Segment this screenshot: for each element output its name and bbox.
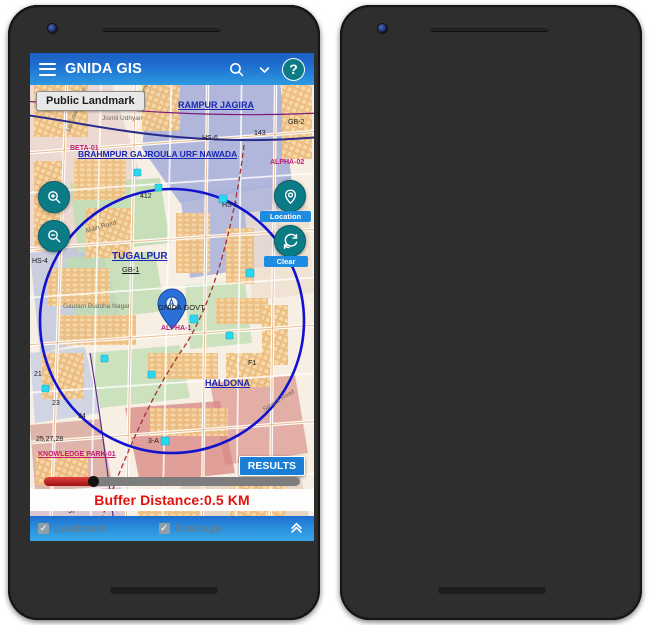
bottom-speaker-grille: [438, 587, 546, 594]
chevrons-up-icon[interactable]: [287, 520, 306, 538]
zoom-out-button[interactable]: [38, 220, 70, 252]
clear-button-label: Clear: [264, 256, 308, 267]
slider-fill: [44, 477, 93, 486]
location-button[interactable]: [274, 180, 306, 212]
bottom-speaker-grille: [110, 587, 218, 594]
layers-bottom-bar: ✓ Landmark ✓ Drainage: [30, 516, 314, 541]
help-button[interactable]: ?: [282, 57, 305, 81]
layer-toggle-drainage[interactable]: ✓ Drainage: [158, 522, 222, 535]
buffer-distance-label: Buffer Distance:0.5 KM: [94, 492, 250, 508]
front-camera-icon: [378, 24, 387, 33]
results-button[interactable]: RESULTS: [238, 456, 305, 476]
zoom-in-button[interactable]: [38, 181, 70, 213]
screenshot-stage: RAMPUR JAGIRA HS-6 GB-2 BRAHMPUR GAJROULA U…: [0, 0, 650, 625]
app-bar: GNIDA GIS ?: [30, 53, 314, 85]
location-button-label: Location: [260, 211, 311, 222]
earpiece-speaker: [430, 26, 548, 32]
right-phone-device: HS-4 KNOWLED ← Public: [340, 5, 642, 620]
clear-button[interactable]: [274, 225, 306, 257]
chevron-down-icon[interactable]: [257, 62, 272, 77]
left-phone-device: RAMPUR JAGIRA HS-6 GB-2 BRAHMPUR GAJROULA U…: [8, 5, 320, 620]
app-title: GNIDA GIS: [65, 61, 142, 77]
search-icon[interactable]: [228, 61, 245, 78]
public-landmark-chip[interactable]: Public Landmark: [36, 91, 145, 111]
checkbox-icon: ✓: [38, 523, 49, 534]
layer-label-drainage: Drainage: [174, 522, 222, 535]
layer-toggle-landmark[interactable]: ✓ Landmark: [38, 523, 107, 535]
front-camera-icon: [48, 24, 57, 33]
left-phone-screen: RAMPUR JAGIRA HS-6 GB-2 BRAHMPUR GAJROULA U…: [30, 53, 314, 541]
checkbox-icon: ✓: [158, 523, 170, 534]
buffer-distance-slider[interactable]: [44, 476, 300, 487]
buffer-distance-bar: Buffer Distance:0.5 KM: [30, 489, 314, 511]
layer-label-landmark: Landmark: [54, 522, 107, 535]
hamburger-menu-icon[interactable]: [39, 62, 56, 76]
earpiece-speaker: [102, 26, 220, 32]
slider-thumb[interactable]: [87, 476, 99, 487]
